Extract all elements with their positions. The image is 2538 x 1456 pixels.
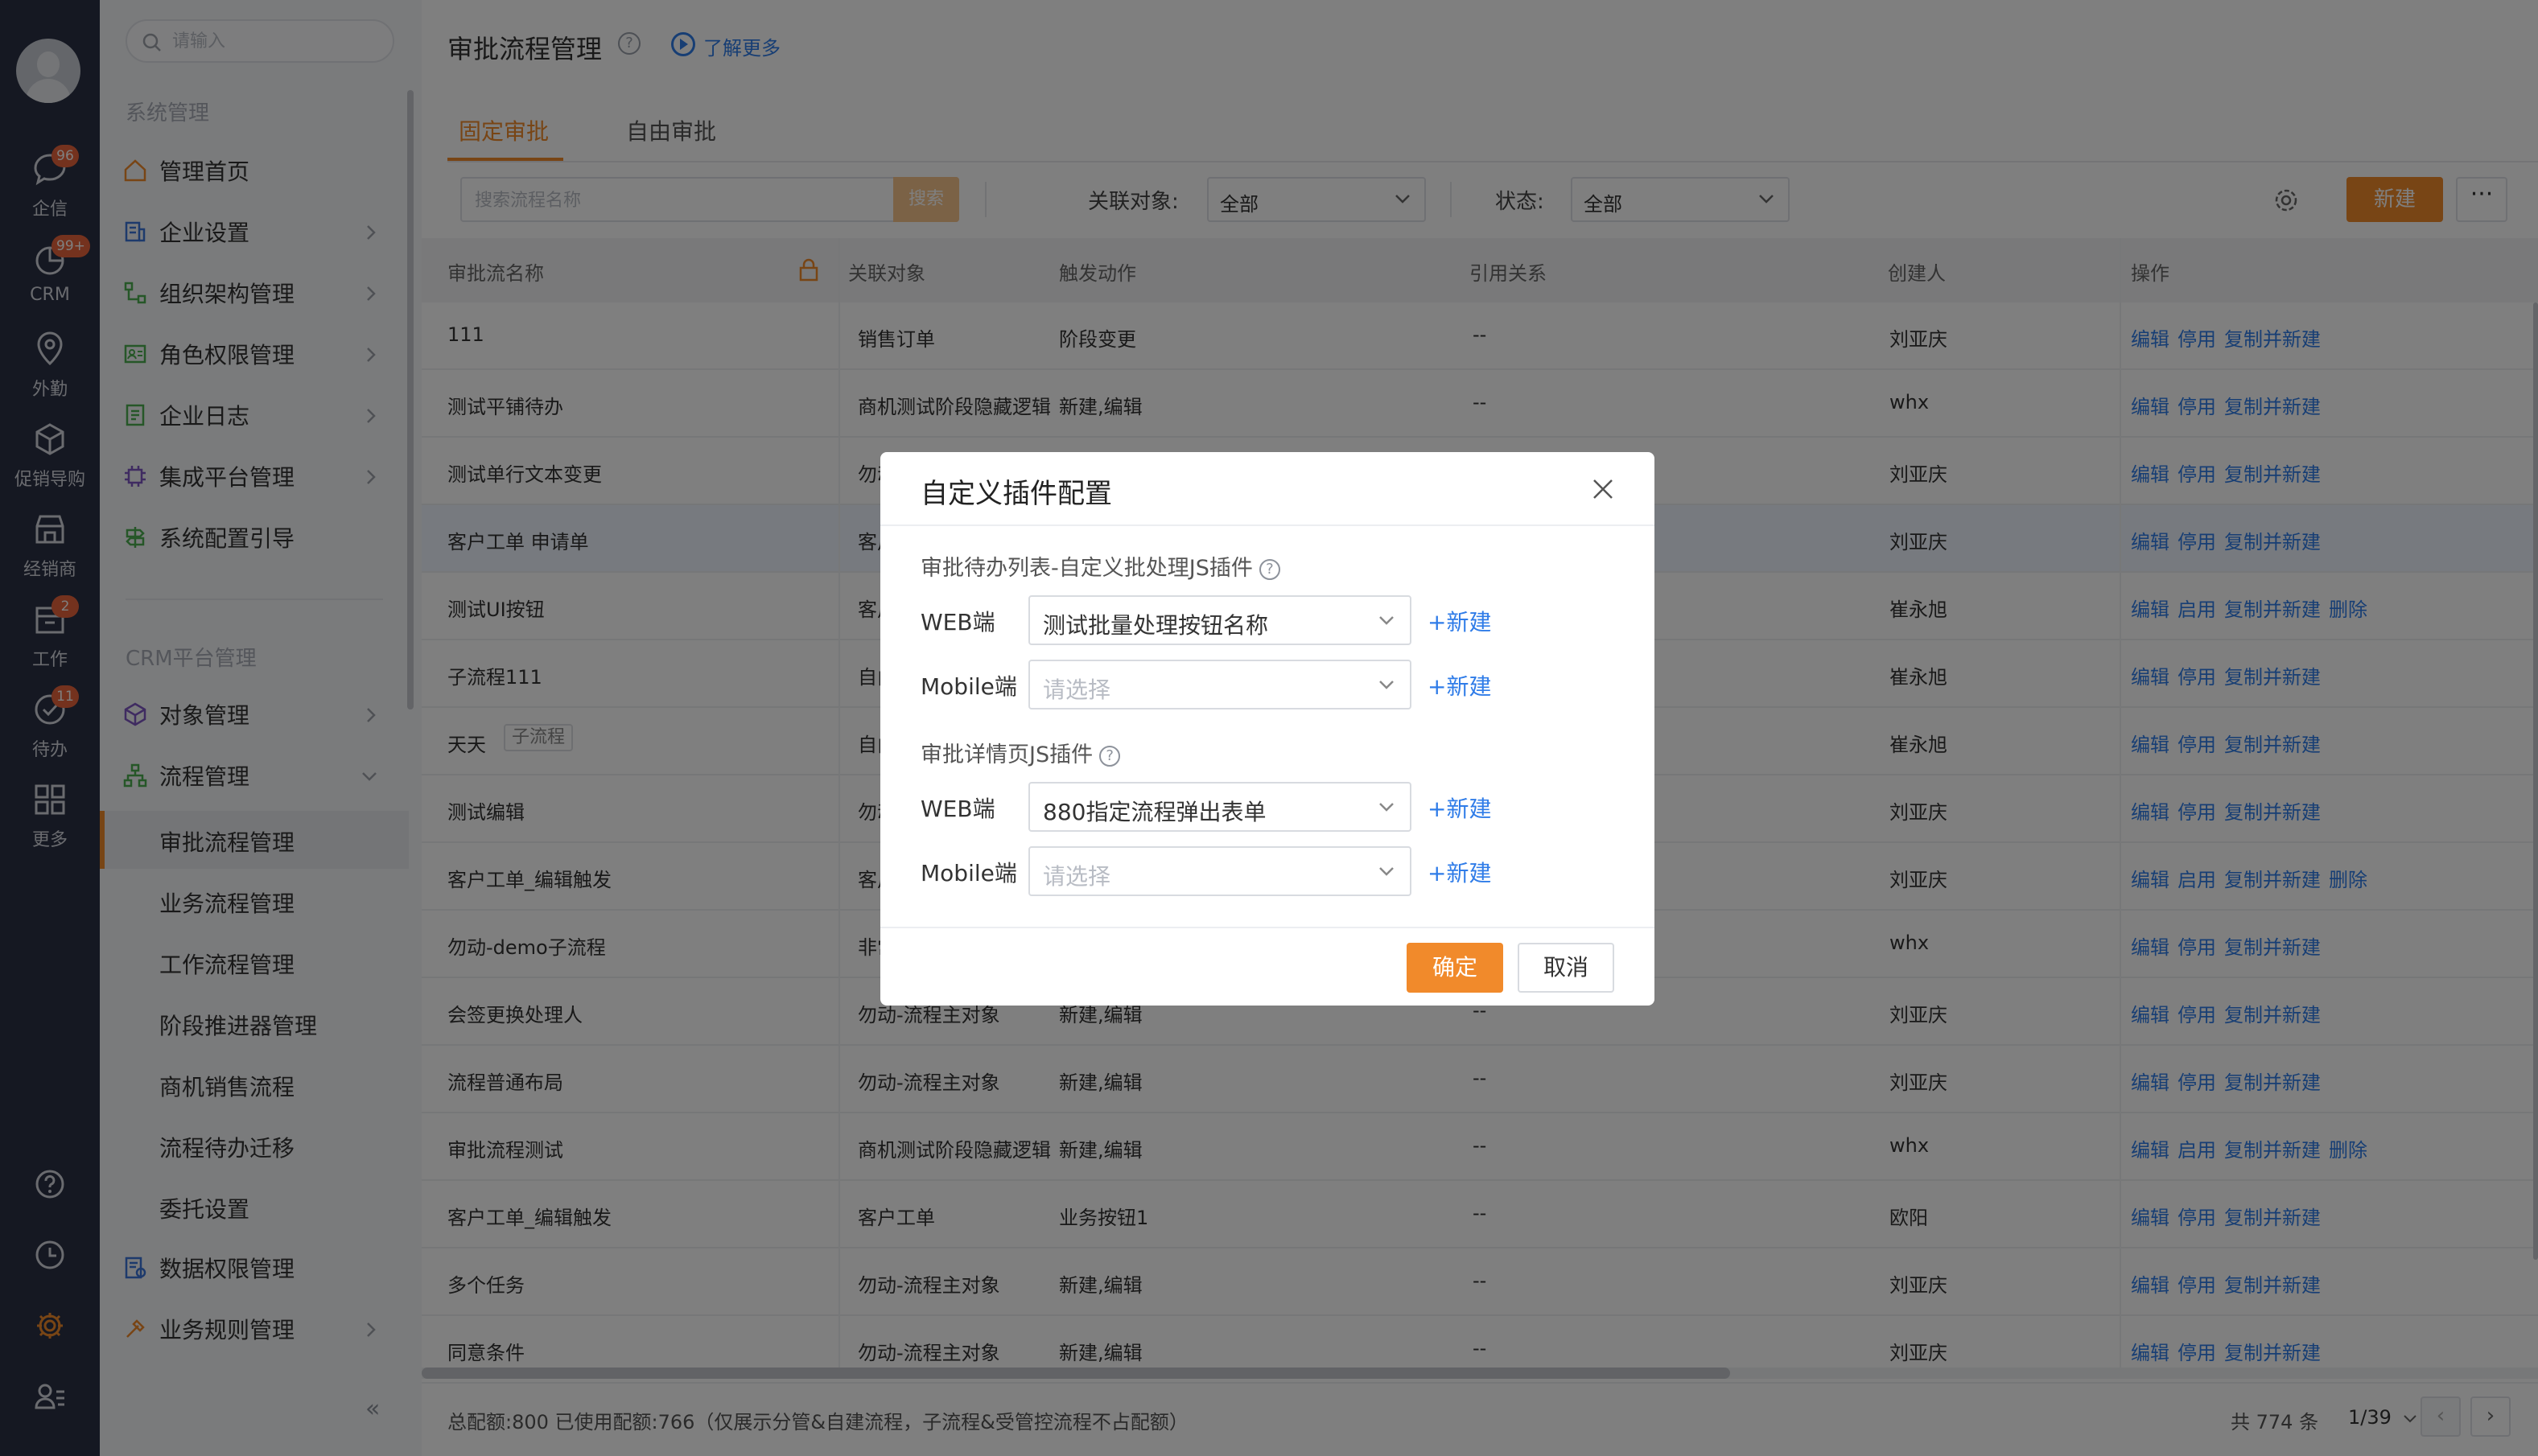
- plugin-config-dialog: 自定义插件配置 审批待办列表-自定义批处理JS插件? WEB端 测试批量处理按钮…: [880, 452, 1654, 1006]
- chevron-down-icon: [1379, 616, 1394, 625]
- web-label: WEB端: [921, 609, 995, 635]
- detail-web-plugin-select[interactable]: 880指定流程弹出表单: [1028, 782, 1411, 832]
- batch-mobile-plugin-placeholder: 请选择: [1043, 677, 1111, 703]
- help-icon[interactable]: ?: [1259, 558, 1280, 580]
- confirm-button[interactable]: 确定: [1407, 943, 1503, 993]
- detail-mobile-plugin-placeholder: 请选择: [1043, 863, 1111, 890]
- detail-mobile-plugin-select[interactable]: 请选择: [1028, 846, 1411, 896]
- cancel-button[interactable]: 取消: [1518, 943, 1614, 993]
- add-detail-mobile-plugin-link[interactable]: +新建: [1428, 856, 1491, 888]
- batch-web-plugin-select[interactable]: 测试批量处理按钮名称: [1028, 595, 1411, 645]
- chevron-down-icon: [1379, 803, 1394, 812]
- section-detail-label: 审批详情页JS插件: [921, 742, 1094, 767]
- help-icon[interactable]: ?: [1099, 745, 1121, 767]
- dialog-title: 自定义插件配置: [921, 478, 1112, 510]
- batch-web-plugin-value: 测试批量处理按钮名称: [1043, 612, 1269, 639]
- section-batch-plugin: 审批待办列表-自定义批处理JS插件?: [921, 550, 1280, 582]
- dialog-footer-divider: [880, 927, 1654, 928]
- chevron-down-icon: [1379, 681, 1394, 689]
- detail-web-plugin-value: 880指定流程弹出表单: [1043, 799, 1267, 825]
- chevron-down-icon: [1379, 867, 1394, 876]
- dialog-header-divider: [880, 524, 1654, 526]
- mobile-label: Mobile端: [921, 860, 1017, 886]
- mobile-label: Mobile端: [921, 673, 1017, 700]
- add-batch-mobile-plugin-link[interactable]: +新建: [1428, 669, 1491, 701]
- section-detail-plugin: 审批详情页JS插件?: [921, 737, 1121, 768]
- batch-mobile-plugin-select[interactable]: 请选择: [1028, 660, 1411, 709]
- add-batch-web-plugin-link[interactable]: +新建: [1428, 605, 1491, 637]
- web-label: WEB端: [921, 796, 995, 822]
- add-detail-web-plugin-link[interactable]: +新建: [1428, 792, 1491, 824]
- close-icon[interactable]: [1590, 476, 1616, 502]
- section-batch-label: 审批待办列表-自定义批处理JS插件: [921, 556, 1253, 581]
